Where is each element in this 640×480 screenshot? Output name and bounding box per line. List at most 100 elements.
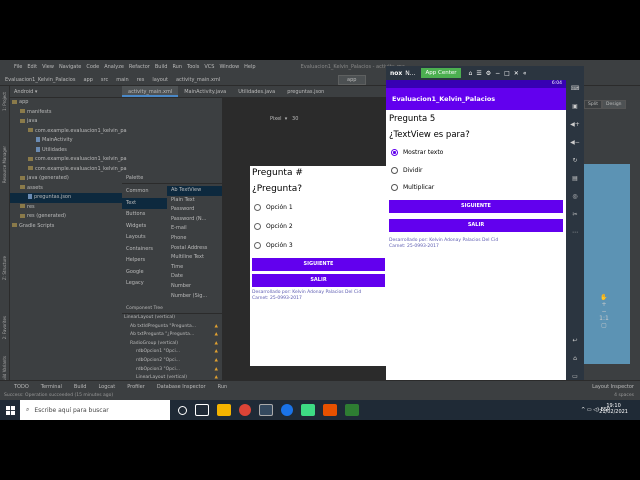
breadcrumb-item[interactable]: activity_main.xml — [176, 77, 220, 83]
api-selector[interactable]: 30 — [292, 116, 298, 122]
component-tree-row[interactable]: Ab txtPregunta "¿Pregunta... ▲ — [122, 331, 222, 340]
tree-item[interactable]: manifests — [10, 108, 122, 118]
menu-item-window[interactable]: Window — [219, 64, 239, 70]
tree-item[interactable]: Utilidades — [10, 146, 122, 156]
device-selector[interactable]: Pixel — [270, 116, 282, 122]
breadcrumb-item[interactable]: Evaluacion1_Kelvin_Palacios — [5, 77, 75, 83]
keyboard-icon[interactable]: ⌨ — [566, 80, 584, 98]
menu-icon[interactable]: ☰ — [476, 70, 485, 77]
palette-category[interactable]: Containers — [122, 244, 167, 256]
palette-item[interactable]: Plain Text — [167, 196, 222, 206]
palette-item[interactable]: Date — [167, 272, 222, 282]
back-icon[interactable]: ↩ — [566, 332, 584, 350]
menu-item-help[interactable]: Help — [244, 64, 255, 70]
palette-category[interactable]: Common — [122, 186, 167, 198]
breadcrumb-item[interactable]: res — [137, 77, 145, 83]
preview-radio-option[interactable]: Opción 2 — [250, 217, 387, 236]
answer-radio-option[interactable]: Dividir — [386, 162, 566, 180]
tree-item[interactable]: res — [10, 203, 122, 213]
zoom-screen-icon[interactable]: ▢ — [596, 322, 612, 329]
tree-item[interactable]: java — [10, 117, 122, 127]
screen-icon[interactable]: ▣ — [566, 98, 584, 116]
rotate-icon[interactable]: ↻ — [566, 152, 584, 170]
menu-item-refactor[interactable]: Refactor — [129, 64, 150, 70]
breadcrumb-item[interactable]: layout — [152, 77, 168, 83]
bottom-tool-logcat[interactable]: Logcat — [98, 384, 115, 390]
editor-tab[interactable]: activity_main.xml — [122, 86, 179, 97]
app-orange-icon[interactable] — [323, 404, 337, 416]
cortana-icon[interactable] — [178, 405, 187, 415]
volume-up-icon[interactable]: ◀+ — [566, 116, 584, 134]
design-preview[interactable]: Pregunta # ¿Pregunta? Opción 1 Opción 2 Op… — [250, 166, 387, 366]
location-icon[interactable]: ◎ — [566, 188, 584, 206]
network-icon[interactable]: ▭ — [587, 407, 592, 413]
minimize-icon[interactable]: − — [495, 70, 504, 77]
menu-item-analyze[interactable]: Analyze — [104, 64, 124, 70]
palette-category[interactable]: Layouts — [122, 232, 167, 244]
bottom-tool-run[interactable]: Run — [218, 384, 228, 390]
component-tree-row[interactable]: Ab txtIdPregunta "Pregunta... ▲ — [122, 323, 222, 332]
preview-radio-option[interactable]: Opción 1 — [250, 198, 387, 217]
component-tree-row[interactable]: rdbOpcion2 "Opci... ▲ — [122, 357, 222, 366]
home-nav-icon[interactable]: ⌂ — [566, 350, 584, 368]
palette-category[interactable]: Legacy — [122, 278, 167, 290]
resource-manager-tab[interactable]: Resource Manager — [2, 146, 7, 183]
screenshot-icon[interactable]: ▤ — [566, 170, 584, 188]
bottom-tool-terminal[interactable]: Terminal — [41, 384, 62, 390]
tree-item[interactable]: preguntas.json — [10, 193, 122, 203]
structure-tab[interactable]: Z: Structure — [2, 256, 7, 280]
bottom-tool-profiler[interactable]: Profiler — [127, 384, 145, 390]
chrome-icon[interactable] — [239, 404, 251, 416]
close-icon[interactable]: ✕ — [514, 70, 523, 77]
tree-item[interactable]: res (generated) — [10, 212, 122, 222]
palette-item[interactable]: Postal Address — [167, 244, 222, 254]
answer-radio-option[interactable]: Multiplicar — [386, 179, 566, 197]
tree-item[interactable]: com.example.evaluacion1_kelvin_pa — [10, 165, 127, 175]
menu-item-tools[interactable]: Tools — [187, 64, 199, 70]
bottom-tool-todo[interactable]: TODO — [14, 384, 29, 390]
component-tree-row[interactable]: rdbOpcion3 "Opci... ▲ — [122, 366, 222, 375]
bottom-tool-database-inspector[interactable]: Database Inspector — [157, 384, 206, 390]
taskbar-clock[interactable]: 19:10 21/02/2021 — [599, 403, 628, 415]
preview-radio-option[interactable]: Opción 3 — [250, 236, 387, 255]
palette-item[interactable]: Time — [167, 263, 222, 273]
nox-taskbar-icon[interactable] — [259, 404, 273, 416]
palette-item[interactable]: Multiline Text — [167, 253, 222, 263]
palette-item[interactable]: Number — [167, 282, 222, 292]
scissors-icon[interactable]: ✂ — [566, 206, 584, 224]
indent-status[interactable]: 4 spaces — [614, 392, 634, 400]
editor-tab[interactable]: MainActivity.java — [178, 86, 232, 97]
menu-item-edit[interactable]: Edit — [27, 64, 37, 70]
app-green-icon[interactable] — [345, 404, 359, 416]
view-mode-split[interactable]: Split — [584, 100, 602, 109]
volume-icon[interactable]: ◁) — [593, 407, 599, 413]
tree-item[interactable]: com.example.evaluacion1_kelvin_pa — [10, 127, 127, 137]
breadcrumb-item[interactable]: app — [83, 77, 92, 83]
gear-icon[interactable]: ⚙ — [486, 70, 495, 77]
menu-item-file[interactable]: File — [14, 64, 22, 70]
pan-icon[interactable]: ✋ — [596, 294, 612, 301]
palette-category[interactable]: Buttons — [122, 209, 167, 221]
windows-start-icon[interactable] — [0, 400, 20, 420]
palette-item[interactable]: Ab TextView — [167, 186, 222, 196]
project-view-selector[interactable]: Android ▾ — [10, 86, 122, 98]
menu-item-code[interactable]: Code — [86, 64, 99, 70]
project-tool-tab[interactable]: 1: Project — [2, 92, 7, 111]
app-center-button[interactable]: App Center — [421, 68, 461, 78]
tray-chevron-icon[interactable]: ^ — [581, 407, 585, 413]
tree-item[interactable]: Gradle Scripts — [10, 222, 122, 232]
taskbar-search-input[interactable]: ⌕ Escribe aquí para buscar — [20, 400, 170, 420]
tree-item[interactable]: java (generated) — [10, 174, 122, 184]
file-explorer-icon[interactable] — [217, 404, 231, 416]
menu-item-vcs[interactable]: VCS — [204, 64, 214, 70]
maximize-icon[interactable]: □ — [504, 70, 514, 77]
zoom-in-icon[interactable]: + — [596, 301, 612, 308]
android-studio-icon[interactable] — [301, 404, 315, 416]
palette-category[interactable]: Text — [122, 197, 167, 209]
palette-category[interactable]: Helpers — [122, 255, 167, 267]
palette-category[interactable]: Google — [122, 267, 167, 279]
zoom-out-icon[interactable]: − — [596, 308, 612, 315]
preview-exit-button[interactable]: SALIR — [252, 274, 385, 287]
more-icon[interactable]: ⋯ — [566, 224, 584, 242]
tree-item[interactable]: com.example.evaluacion1_kelvin_pa — [10, 155, 127, 165]
